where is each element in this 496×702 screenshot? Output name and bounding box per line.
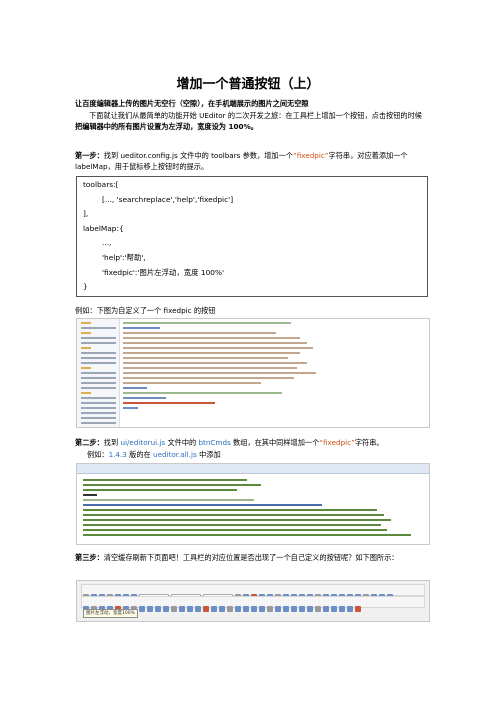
file-tree	[77, 319, 120, 427]
step2-var: btnCmds	[198, 438, 231, 447]
toolbar-row	[81, 584, 425, 600]
intro-paragraph: 下面就让我们从最简单的功能开始 UEditor 的二次开发之旅：在工具栏上增加一…	[75, 110, 427, 132]
intro-text: 下面就让我们从最简单的功能开始 UEditor 的二次开发之旅：在工具栏上增加一…	[89, 111, 422, 120]
intro-bold-text: 把编辑器中的所有图片设置为左浮动，宽度设为 100%。	[75, 122, 258, 131]
step1-text-a: 找到	[103, 151, 121, 160]
toolbar-screenshot: 图片左浮动，宽度100%	[76, 580, 430, 622]
step2-text-d: 字符串。	[354, 438, 384, 447]
step2-text-b: 文件中的	[165, 438, 199, 447]
step1-file: ueditor.config.js	[120, 151, 178, 160]
step3-label: 第三步：	[75, 553, 104, 562]
example2-mid: 版的在	[126, 450, 154, 459]
example2-file: ueditor.all.js	[153, 450, 197, 459]
fixedpic-tooltip: 图片左浮动，宽度100%	[83, 609, 138, 618]
code-line: 'fixedpic':'图片左浮动，宽度 100%'	[102, 267, 225, 277]
document-title: 增加一个普通按钮（上）	[176, 77, 320, 92]
example2-suffix: 中添加	[196, 450, 221, 459]
step3-text: 清空缓存刷新下页面吧！工具栏的对应位置是否出现了一个自己定义的按钮呢？如下图所示…	[103, 553, 399, 562]
document-page: 增加一个普通按钮（上） 让百度编辑器上传的图片无空行（空隙），在手机端展示的图片…	[0, 0, 496, 702]
step3-paragraph: 第三步：清空缓存刷新下页面吧！工具栏的对应位置是否出现了一个自己定义的按钮呢？如…	[75, 552, 427, 563]
step2-text-c: 数组，在其中同样增加一个	[230, 438, 320, 447]
example2-caption: 例如：1.4.3 版的在 ueditor.all.js 中添加	[75, 449, 427, 460]
toolbar-row	[81, 596, 425, 612]
subtitle: 让百度编辑器上传的图片无空行（空隙），在手机端展示的图片之间无空隙	[75, 99, 309, 108]
ide-screenshot	[76, 318, 430, 428]
code-line: labelMap:{	[83, 223, 124, 233]
example2-prefix: 例如：	[87, 450, 109, 459]
code-screenshot	[76, 463, 430, 545]
step1-quote: “fixedpic”	[293, 151, 329, 160]
code-editor-image	[123, 319, 429, 427]
step2-file: ui/editorui.js	[120, 438, 166, 447]
code-line: 'help':'帮助',	[102, 252, 146, 262]
code-line: toolbars:[	[83, 180, 119, 189]
step2-quote: “fixedpic”	[319, 438, 355, 447]
code-line: ],	[83, 209, 89, 219]
code-line: [..., 'searchreplace','help','fixedpic']	[102, 194, 234, 204]
code-line: }	[83, 282, 88, 292]
step2-paragraph: 第二步：找到 ui/editorui.js 文件中的 btnCmds 数组，在其…	[75, 437, 427, 448]
code-snippet-image	[83, 476, 425, 536]
code-line: ...,	[102, 238, 112, 248]
step1-label: 第一步：	[75, 151, 104, 160]
step1-text-b: 文件中的 toolbars 参数，增加一个	[177, 151, 293, 160]
code-box: toolbars:[ [..., 'searchreplace','help',…	[76, 176, 428, 297]
example2-version: 1.4.3	[108, 450, 127, 459]
example1-caption: 例如：下图为自定义了一个 fixedpic 的按钮	[75, 306, 216, 315]
step2-label: 第二步：	[75, 438, 104, 447]
step2-text-a: 找到	[103, 438, 121, 447]
editor-tab-bar	[77, 464, 429, 474]
step1-paragraph: 第一步：找到 ueditor.config.js 文件中的 toolbars 参…	[75, 150, 427, 172]
